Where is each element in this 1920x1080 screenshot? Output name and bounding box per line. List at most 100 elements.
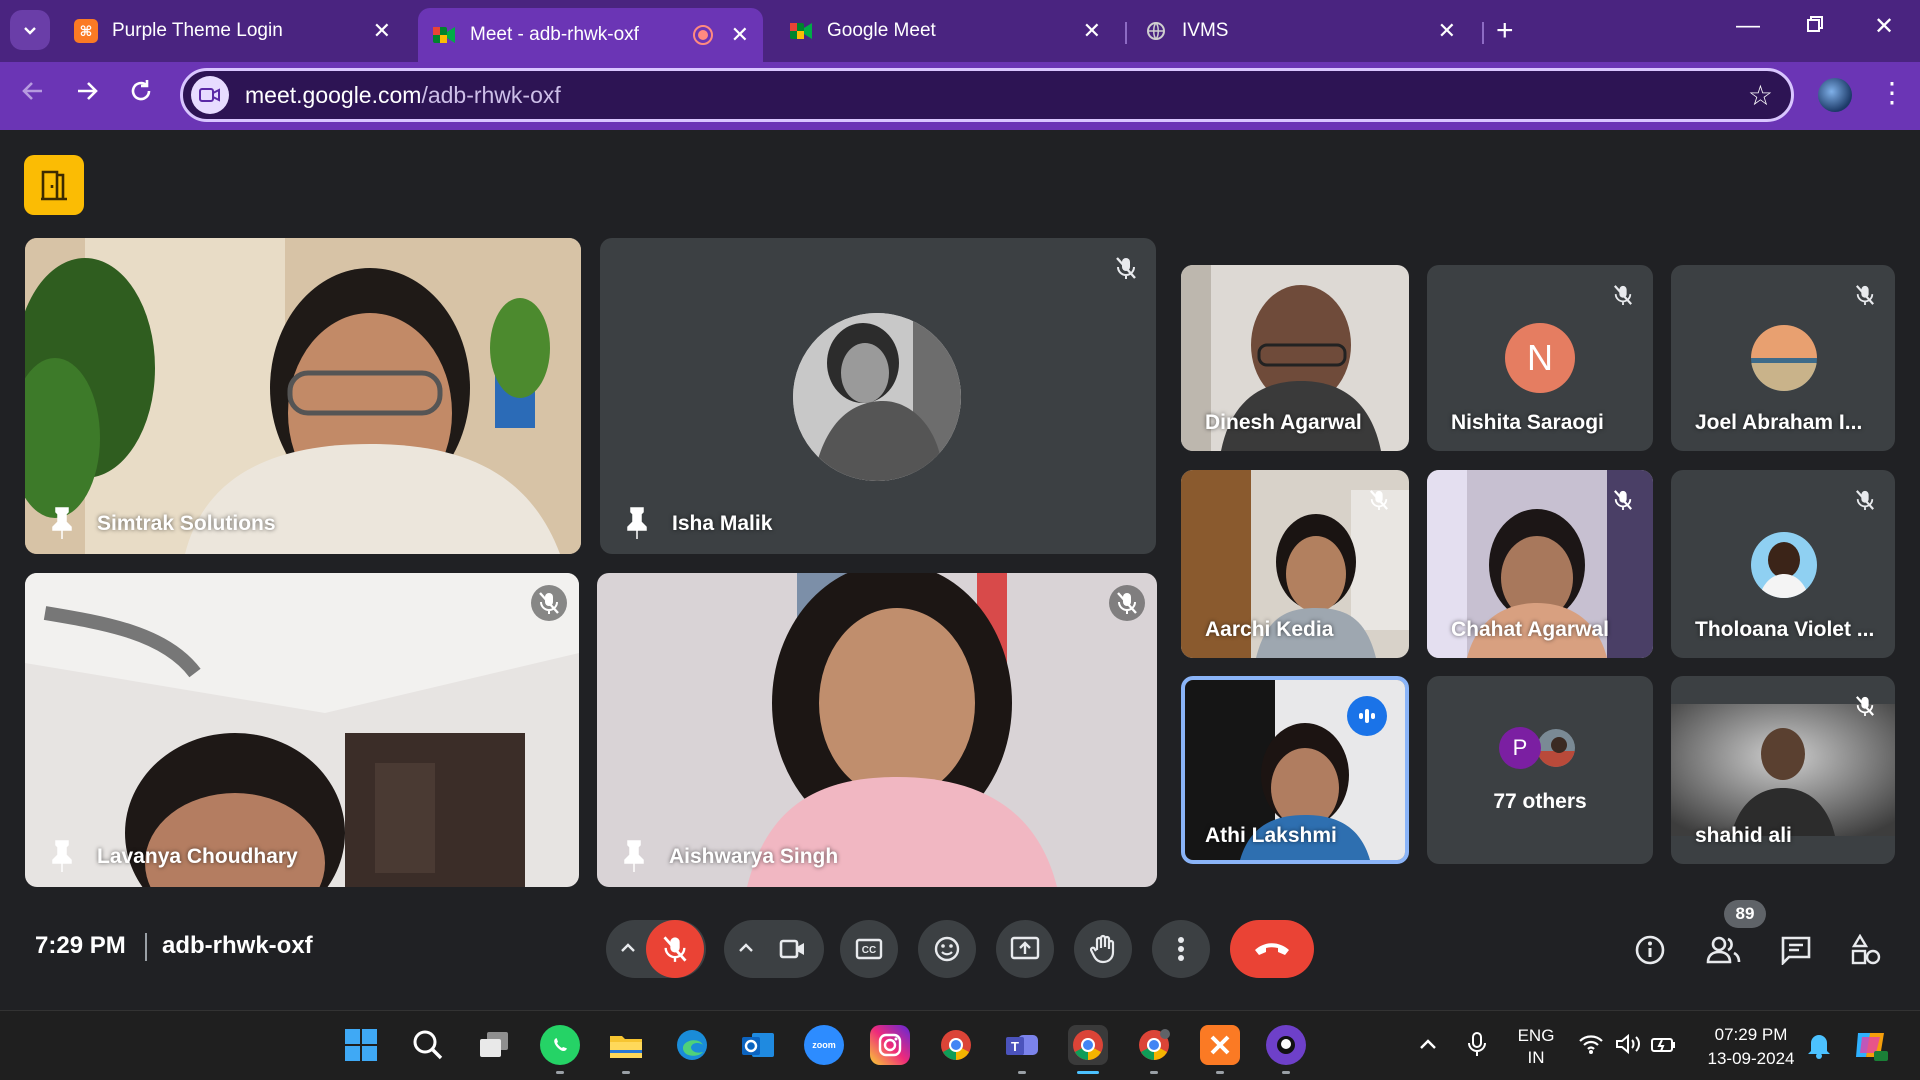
microphone-tray-icon[interactable] <box>1466 1031 1488 1064</box>
tab-purple-theme-login[interactable]: ⌘ Purple Theme Login ✕ <box>60 8 405 54</box>
audio-options-chevron-icon[interactable] <box>618 938 638 963</box>
teams-icon[interactable]: T <box>1002 1025 1042 1065</box>
camera-icon <box>779 939 804 959</box>
site-info-icon[interactable] <box>191 76 229 114</box>
tab-search-button[interactable] <box>10 10 50 50</box>
pin-icon[interactable] <box>47 839 77 873</box>
notification-bell-icon[interactable] <box>1806 1031 1832 1064</box>
edge-browser-icon[interactable] <box>672 1025 712 1065</box>
file-explorer-icon[interactable] <box>606 1025 646 1065</box>
chat-icon[interactable] <box>1776 930 1816 970</box>
participant-tile[interactable]: Isha Malik <box>600 238 1156 554</box>
svg-text:CC: CC <box>862 945 876 956</box>
participant-tile[interactable]: Aishwarya Singh <box>597 573 1157 887</box>
mic-off-icon <box>1108 250 1144 286</box>
people-icon[interactable] <box>1704 930 1744 970</box>
participant-tile[interactable]: Lavanya Choudhary <box>25 573 579 887</box>
bookmark-star-icon[interactable]: ☆ <box>1748 79 1773 112</box>
participant-tile[interactable]: Tholoana Violet ... <box>1671 470 1895 658</box>
participant-name: Tholoana Violet ... <box>1695 618 1875 641</box>
participant-name: Lavanya Choudhary <box>97 845 298 868</box>
google-meet-icon <box>789 19 813 43</box>
participant-tile[interactable]: N Nishita Saraogi <box>1427 265 1653 451</box>
participant-name: Chahat Agarwal <box>1451 618 1609 641</box>
mic-off-icon <box>1847 482 1883 518</box>
clock-time: 07:29 PM <box>1714 1025 1788 1044</box>
instagram-icon[interactable] <box>870 1025 910 1065</box>
activities-icon[interactable] <box>1846 930 1886 970</box>
leave-call-button[interactable] <box>1230 920 1314 978</box>
show-hidden-icons-chevron-icon[interactable] <box>1418 1035 1438 1060</box>
tab-meet-active[interactable]: Meet - adb-rhwk-oxf ✕ <box>418 8 763 62</box>
others-tile[interactable]: P 77 others <box>1427 676 1653 864</box>
battery-charging-icon[interactable] <box>1650 1033 1678 1060</box>
xampp-icon[interactable] <box>1200 1025 1240 1065</box>
present-screen-button[interactable] <box>996 920 1054 978</box>
participant-name: Dinesh Agarwal <box>1205 411 1362 434</box>
task-view-icon[interactable] <box>474 1025 514 1065</box>
chrome-icon[interactable] <box>936 1025 976 1065</box>
participant-avatar: N <box>1505 323 1575 393</box>
tab-ivms[interactable]: IVMS ✕ <box>1130 8 1470 54</box>
chrome-profile-active-icon[interactable] <box>1068 1025 1108 1065</box>
running-indicator <box>556 1071 564 1074</box>
running-indicator <box>1282 1071 1290 1074</box>
raise-hand-button[interactable] <box>1074 920 1132 978</box>
tab-google-meet[interactable]: Google Meet ✕ <box>775 8 1115 54</box>
participant-tile[interactable]: Joel Abraham I... <box>1671 265 1895 451</box>
meeting-details-icon[interactable] <box>1630 930 1670 970</box>
close-tab-icon[interactable]: ✕ <box>1438 18 1456 44</box>
meeting-app-badge-icon[interactable] <box>24 155 84 215</box>
more-options-button[interactable] <box>1152 920 1210 978</box>
mic-off-icon <box>531 585 567 621</box>
url-text[interactable]: meet.google.com/adb-rhwk-oxf <box>245 82 561 109</box>
system-clock[interactable]: 07:29 PM 13-09-2024 <box>1696 1023 1806 1071</box>
search-icon[interactable] <box>408 1025 448 1065</box>
participant-tile-active-speaker[interactable]: Athi Lakshmi <box>1181 676 1409 864</box>
url-host: meet.google.com <box>245 81 422 108</box>
microphone-toggle-button[interactable] <box>646 920 704 978</box>
close-tab-icon[interactable]: ✕ <box>373 18 391 44</box>
zoom-icon[interactable]: zoom <box>804 1025 844 1065</box>
back-arrow-icon[interactable] <box>20 78 46 111</box>
github-desktop-icon[interactable] <box>1266 1025 1306 1065</box>
wifi-icon[interactable] <box>1578 1033 1604 1060</box>
participant-tile[interactable]: Chahat Agarwal <box>1427 470 1653 658</box>
forward-arrow-icon[interactable] <box>74 78 100 111</box>
participant-tile[interactable]: Aarchi Kedia <box>1181 470 1409 658</box>
chrome-secondary-icon[interactable] <box>1134 1025 1174 1065</box>
language-indicator[interactable]: ENG IN <box>1510 1025 1562 1069</box>
close-window-icon[interactable]: ✕ <box>1874 12 1894 41</box>
participant-tile[interactable]: shahid ali <box>1671 676 1895 864</box>
participant-name: Simtrak Solutions <box>97 512 276 535</box>
pin-icon[interactable] <box>619 839 649 873</box>
volume-icon[interactable] <box>1614 1033 1642 1060</box>
pin-icon[interactable] <box>47 506 77 540</box>
outlook-icon[interactable] <box>738 1025 778 1065</box>
captions-button[interactable]: CC <box>840 920 898 978</box>
mic-off-icon <box>1847 277 1883 313</box>
minimize-icon[interactable]: — <box>1736 12 1760 40</box>
browser-menu-icon[interactable]: ⋮ <box>1878 76 1906 109</box>
pin-icon[interactable] <box>622 506 652 540</box>
participant-tile[interactable]: Dinesh Agarwal <box>1181 265 1409 451</box>
camera-toggle-button[interactable] <box>764 920 822 978</box>
address-bar[interactable]: meet.google.com/adb-rhwk-oxf ☆ <box>180 68 1794 122</box>
new-tab-button[interactable]: + <box>1496 14 1514 48</box>
captions-icon: CC <box>855 938 883 960</box>
video-options-chevron-icon[interactable] <box>736 938 756 963</box>
close-tab-icon[interactable]: ✕ <box>731 22 749 48</box>
participant-name: Isha Malik <box>672 512 773 535</box>
windows-start-icon[interactable] <box>341 1025 381 1065</box>
reload-icon[interactable] <box>128 78 154 111</box>
google-meet-icon <box>432 23 456 47</box>
whatsapp-icon[interactable] <box>540 1025 580 1065</box>
profile-avatar[interactable] <box>1818 78 1852 112</box>
participant-avatar <box>793 313 961 481</box>
mic-off-icon <box>1605 482 1641 518</box>
close-tab-icon[interactable]: ✕ <box>1083 18 1101 44</box>
reactions-button[interactable] <box>918 920 976 978</box>
restore-icon[interactable] <box>1806 12 1824 40</box>
copilot-icon[interactable] <box>1852 1027 1890 1068</box>
participant-tile[interactable]: Simtrak Solutions <box>25 238 581 554</box>
